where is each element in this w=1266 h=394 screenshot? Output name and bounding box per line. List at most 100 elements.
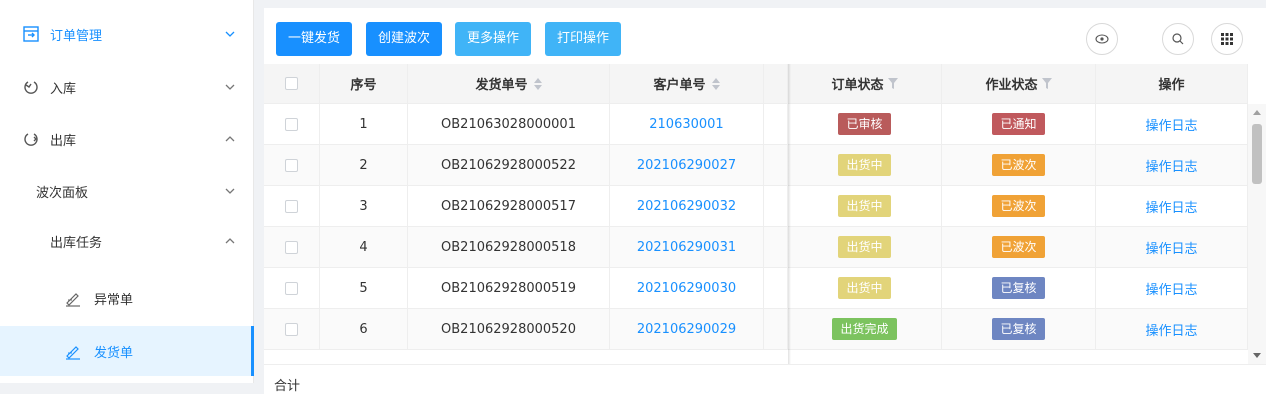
operation-log-link-text[interactable]: 操作日志 (1145, 156, 1197, 175)
sidebar-item-label: 订单管理 (50, 28, 103, 44)
operation-log-link[interactable]: 操作日志 (1096, 104, 1248, 144)
column-index: 序号 (320, 64, 408, 103)
work-status-cell: 已波次 (942, 227, 1096, 267)
search-icon (1172, 33, 1184, 45)
operation-log-link-text[interactable]: 操作日志 (1145, 279, 1197, 298)
sidebar-item-wave-panel[interactable]: 波次面板 (0, 170, 254, 212)
table-row: 1 OB21063028000001 210630001 已审核 已通知 操作日志 (264, 104, 1248, 145)
index-cell: 1 (320, 104, 408, 144)
order-status-cell: 出货完成 (788, 309, 942, 349)
fixed-column-shadow (788, 64, 791, 383)
print-actions-button[interactable]: 打印操作 (545, 22, 622, 56)
customer-no-link-text[interactable]: 202106290030 (637, 281, 736, 296)
select-cell[interactable] (264, 145, 320, 185)
row-checkbox[interactable] (285, 322, 298, 336)
sidebar-item-label: 发货单 (94, 345, 134, 361)
spacer-cell (764, 64, 788, 103)
layout-button[interactable] (1211, 23, 1243, 55)
order-status-badge: 出货中 (838, 195, 891, 217)
table-header-row: 序号 发货单号 客户单号 订单状态 作业状态 操作 (264, 64, 1248, 104)
index-cell: 3 (320, 186, 408, 226)
select-cell[interactable] (264, 268, 320, 308)
column-shipment-no[interactable]: 发货单号 (408, 64, 610, 103)
sidebar-item-order-management[interactable]: 订单管理 (0, 14, 254, 54)
operation-log-link[interactable]: 操作日志 (1096, 145, 1248, 185)
filter-icon[interactable] (887, 78, 898, 89)
column-actions: 操作 (1096, 64, 1248, 103)
sidebar-item-outbound[interactable]: 出库 (0, 118, 254, 160)
operation-log-link-text[interactable]: 操作日志 (1145, 320, 1197, 339)
customer-no-link-text[interactable]: 202106290031 (637, 240, 736, 255)
one-click-ship-button[interactable]: 一键发货 (276, 22, 353, 56)
index-cell-text: 4 (359, 239, 368, 255)
scroll-down-arrow[interactable] (1253, 353, 1261, 358)
index-cell: 2 (320, 145, 408, 185)
operation-log-link-text[interactable]: 操作日志 (1145, 115, 1197, 134)
shipment-no-cell-text: OB21063028000001 (441, 116, 576, 132)
select-cell[interactable] (264, 104, 320, 144)
table-row: 6 OB21062928000520 202106290029 出货完成 已复核 操作日志 (264, 309, 1248, 350)
row-checkbox[interactable] (285, 281, 298, 295)
sidebar-item-label: 出库任务 (50, 235, 103, 251)
scroll-up-arrow[interactable] (1253, 110, 1261, 115)
total-label: 合计 (274, 379, 301, 394)
spacer-cell (764, 186, 788, 226)
filter-icon[interactable] (1041, 78, 1052, 89)
chevron-up-icon (225, 136, 235, 142)
more-actions-button[interactable]: 更多操作 (455, 22, 532, 56)
table-row: 5 OB21062928000519 202106290030 出货中 已复核 操作日志 (264, 268, 1248, 309)
work-status-cell: 已复核 (942, 309, 1096, 349)
row-checkbox[interactable] (285, 158, 298, 172)
sidebar-item-label: 异常单 (94, 292, 134, 308)
select-cell[interactable] (264, 227, 320, 267)
row-checkbox[interactable] (285, 117, 298, 131)
customer-no-link[interactable]: 210630001 (610, 104, 764, 144)
scroll-thumb[interactable] (1252, 124, 1262, 184)
customer-no-link[interactable]: 202106290029 (610, 309, 764, 349)
column-work-status[interactable]: 作业状态 (942, 64, 1096, 103)
order-icon (23, 26, 39, 42)
operation-log-link[interactable]: 操作日志 (1096, 268, 1248, 308)
sidebar-item-outbound-tasks[interactable]: 出库任务 (0, 220, 254, 262)
search-button[interactable] (1162, 23, 1194, 55)
chevron-up-icon (225, 238, 235, 244)
customer-no-link-text[interactable]: 210630001 (649, 117, 723, 132)
customer-no-link[interactable]: 202106290030 (610, 268, 764, 308)
row-checkbox[interactable] (285, 199, 298, 213)
sidebar-item-label: 入库 (50, 81, 77, 97)
customer-no-link[interactable]: 202106290031 (610, 227, 764, 267)
column-order-status[interactable]: 订单状态 (788, 64, 942, 103)
sort-icon[interactable] (711, 77, 720, 90)
table-scrollbar[interactable] (1248, 104, 1266, 364)
customer-no-link-text[interactable]: 202106290027 (637, 158, 736, 173)
work-status-badge: 已波次 (992, 154, 1045, 176)
sort-icon[interactable] (533, 77, 542, 90)
inbound-icon (24, 81, 38, 94)
row-checkbox[interactable] (285, 240, 298, 254)
sidebar-item-exception-orders[interactable]: 异常单 (0, 276, 254, 320)
customer-no-link[interactable]: 202106290032 (610, 186, 764, 226)
operation-log-link[interactable]: 操作日志 (1096, 309, 1248, 349)
customer-no-link[interactable]: 202106290027 (610, 145, 764, 185)
select-all-checkbox[interactable] (285, 77, 298, 90)
shipment-no-cell-text: OB21062928000519 (441, 280, 576, 296)
select-cell[interactable] (264, 309, 320, 349)
operation-log-link[interactable]: 操作日志 (1096, 186, 1248, 226)
operation-log-link-text[interactable]: 操作日志 (1145, 197, 1197, 216)
select-cell[interactable] (264, 186, 320, 226)
sidebar-item-inbound[interactable]: 入库 (0, 66, 254, 108)
sidebar-item-label: 出库 (50, 133, 77, 149)
sidebar-item-shipment-orders[interactable]: 发货单 (0, 326, 254, 376)
shipment-table: 序号 发货单号 客户单号 订单状态 作业状态 操作 1 OB21063028000… (264, 64, 1266, 383)
sidebar-item-label: 波次面板 (36, 185, 89, 201)
column-customer-no[interactable]: 客户单号 (610, 64, 764, 103)
customer-no-link-text[interactable]: 202106290029 (637, 322, 736, 337)
operation-log-link-text[interactable]: 操作日志 (1145, 238, 1197, 257)
select-all-cell[interactable] (264, 64, 320, 103)
operation-log-link[interactable]: 操作日志 (1096, 227, 1248, 267)
customer-no-link-text[interactable]: 202106290032 (637, 199, 736, 214)
create-wave-button[interactable]: 创建波次 (366, 22, 443, 56)
toggle-columns-button[interactable] (1086, 23, 1118, 55)
work-status-cell: 已波次 (942, 145, 1096, 185)
index-cell: 6 (320, 309, 408, 349)
